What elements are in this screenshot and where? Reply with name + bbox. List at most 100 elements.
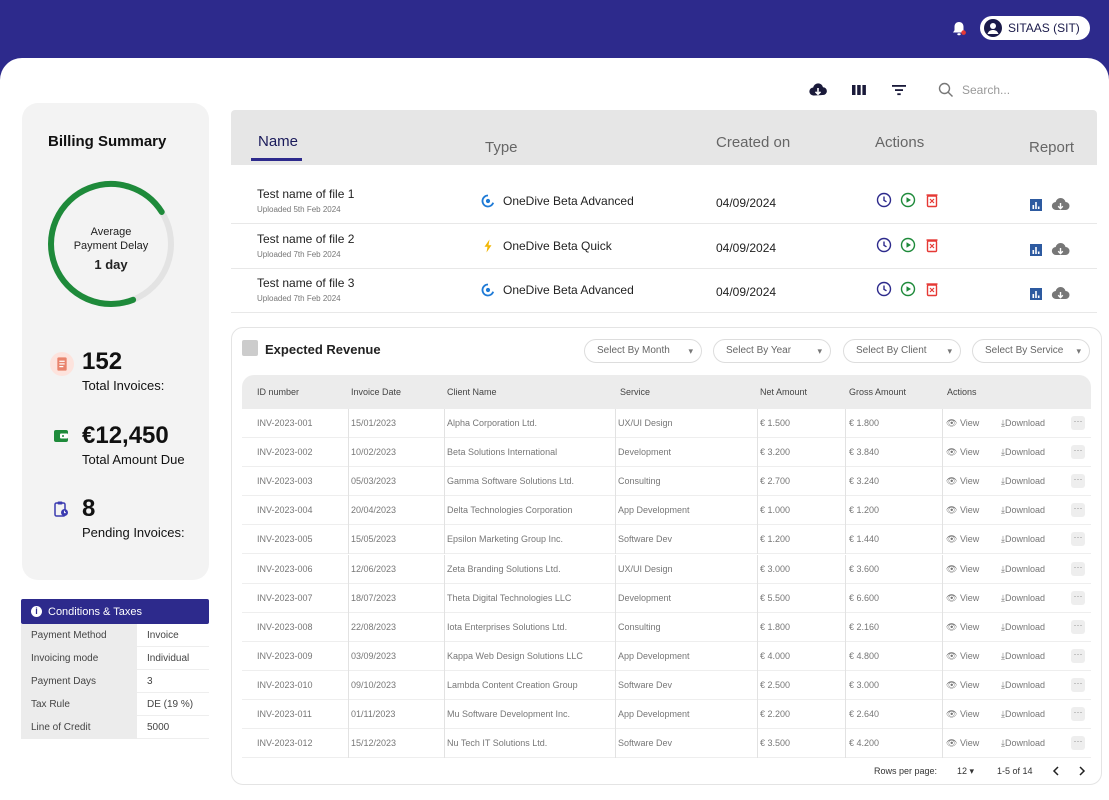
view-button[interactable]: 👁︎ View <box>946 642 979 671</box>
delete-icon[interactable] <box>924 281 940 297</box>
th-id[interactable]: ID number <box>257 375 299 409</box>
history-clock-icon[interactable] <box>876 281 892 297</box>
download-button[interactable]: ⤓Download <box>1001 671 1045 700</box>
cloud-download-icon[interactable] <box>1051 197 1070 213</box>
onedive-advanced-icon <box>481 194 495 208</box>
cell-id: INV-2023-009 <box>257 650 313 661</box>
gauge-value: 1 day <box>94 257 128 272</box>
bar-chart-icon[interactable] <box>1028 286 1044 302</box>
column-separator <box>942 554 943 584</box>
cloud-download-icon[interactable] <box>809 82 827 98</box>
filter-year-select[interactable]: Select By Year ▾ <box>713 339 831 363</box>
column-separator <box>942 496 943 526</box>
download-button[interactable]: ⤓Download <box>1001 496 1045 525</box>
more-options-button[interactable]: ··· <box>1071 445 1085 460</box>
th-client-name[interactable]: Client Name <box>447 375 497 409</box>
view-label: View <box>959 505 980 516</box>
file-row[interactable]: Test name of file 1 Uploaded 5th Feb 202… <box>231 180 1097 224</box>
view-button[interactable]: 👁︎ View <box>946 584 979 613</box>
th-invoice-date[interactable]: Invoice Date <box>351 375 401 409</box>
prev-page-icon[interactable] <box>1051 765 1061 777</box>
download-button[interactable]: ⤓Download <box>1001 555 1045 584</box>
column-separator <box>845 554 846 584</box>
cell-net-amount: € 1.000 <box>760 505 791 516</box>
cell-client-name: Zeta Branding Solutions Ltd. <box>447 563 561 574</box>
cell-gross-amount: € 1.440 <box>849 534 880 545</box>
download-button[interactable]: ⤓Download <box>1001 729 1045 758</box>
download-button[interactable]: ⤓Download <box>1001 642 1045 671</box>
column-separator <box>348 612 349 642</box>
download-button[interactable]: ⤓Download <box>1001 438 1045 467</box>
download-button[interactable]: ⤓Download <box>1001 409 1045 438</box>
next-page-icon[interactable] <box>1077 765 1087 777</box>
th-gross-amount[interactable]: Gross Amount <box>849 375 906 409</box>
cell-service: Consulting <box>618 621 661 632</box>
view-button[interactable]: 👁︎ View <box>946 438 979 467</box>
more-options-button[interactable]: ··· <box>1071 561 1085 576</box>
view-button[interactable]: 👁︎ View <box>946 496 979 525</box>
view-button[interactable]: 👁︎ View <box>946 555 979 584</box>
filter-client-select[interactable]: Select By Client ▾ <box>843 339 961 363</box>
download-button[interactable]: ⤓Download <box>1001 467 1045 496</box>
cell-invoice-date: 22/08/2023 <box>351 621 397 632</box>
cell-net-amount: € 4.000 <box>760 650 791 661</box>
play-icon[interactable] <box>900 237 916 253</box>
history-clock-icon[interactable] <box>876 192 892 208</box>
more-options-button[interactable]: ··· <box>1071 590 1085 605</box>
user-menu-button[interactable]: SITAAS (SIT) <box>980 16 1090 40</box>
more-options-button[interactable]: ··· <box>1071 619 1085 634</box>
tab-name[interactable]: Name <box>258 133 298 150</box>
conditions-taxes-header: i Conditions & Taxes <box>21 599 209 624</box>
delete-icon[interactable] <box>924 192 940 208</box>
bar-chart-icon[interactable] <box>1028 242 1044 258</box>
download-button[interactable]: ⤓Download <box>1001 525 1045 554</box>
more-options-button[interactable]: ··· <box>1071 736 1085 751</box>
filter-icon[interactable] <box>890 82 908 98</box>
view-button[interactable]: 👁︎ View <box>946 467 979 496</box>
view-button[interactable]: 👁︎ View <box>946 729 979 758</box>
view-button[interactable]: 👁︎ View <box>946 671 979 700</box>
more-options-button[interactable]: ··· <box>1071 416 1085 430</box>
th-service[interactable]: Service <box>620 375 650 409</box>
view-button[interactable]: 👁︎ View <box>946 409 979 438</box>
cell-invoice-date: 15/05/2023 <box>351 534 397 545</box>
download-button[interactable]: ⤓Download <box>1001 700 1045 729</box>
columns-icon[interactable] <box>850 82 868 98</box>
column-created-on[interactable]: Created on <box>716 134 790 151</box>
more-options-button[interactable]: ··· <box>1071 677 1085 692</box>
cloud-download-icon[interactable] <box>1051 242 1070 258</box>
view-button[interactable]: 👁︎ View <box>946 700 979 729</box>
view-button[interactable]: 👁︎ View <box>946 613 979 642</box>
cell-id: INV-2023-010 <box>257 679 313 690</box>
play-icon[interactable] <box>900 281 916 297</box>
view-label: View <box>959 476 980 487</box>
more-options-button[interactable]: ··· <box>1071 503 1085 518</box>
more-options-button[interactable]: ··· <box>1071 532 1085 547</box>
file-type: OneDive Beta Advanced <box>503 283 634 297</box>
notification-bell-icon[interactable] <box>950 20 968 38</box>
filter-service-select[interactable]: Select By Service ▾ <box>972 339 1090 363</box>
cloud-download-icon[interactable] <box>1051 286 1070 302</box>
delete-icon[interactable] <box>924 237 940 253</box>
column-separator <box>845 641 846 671</box>
bar-chart-icon[interactable] <box>1028 197 1044 213</box>
column-separator <box>348 496 349 526</box>
user-avatar-icon <box>984 19 1002 37</box>
search-box[interactable]: Search... <box>938 80 1088 100</box>
rows-per-page-select[interactable]: 12 ▾ <box>957 766 974 777</box>
history-clock-icon[interactable] <box>876 237 892 253</box>
filter-month-select[interactable]: Select By Month ▾ <box>584 339 702 363</box>
file-row[interactable]: Test name of file 3 Uploaded 7th Feb 202… <box>231 269 1097 313</box>
download-button[interactable]: ⤓Download <box>1001 584 1045 613</box>
more-options-button[interactable]: ··· <box>1071 707 1085 721</box>
column-type[interactable]: Type <box>485 139 518 156</box>
file-row[interactable]: Test name of file 2 Uploaded 7th Feb 202… <box>231 225 1097 269</box>
download-button[interactable]: ⤓Download <box>1001 613 1045 642</box>
play-icon[interactable] <box>900 192 916 208</box>
more-options-button[interactable]: ··· <box>1071 648 1085 663</box>
th-net-amount[interactable]: Net Amount <box>760 375 807 409</box>
more-options-button[interactable]: ··· <box>1071 474 1085 489</box>
view-button[interactable]: 👁︎ View <box>946 525 979 554</box>
select-all-checkbox[interactable] <box>242 340 258 356</box>
search-input[interactable]: Search... <box>962 83 1010 97</box>
